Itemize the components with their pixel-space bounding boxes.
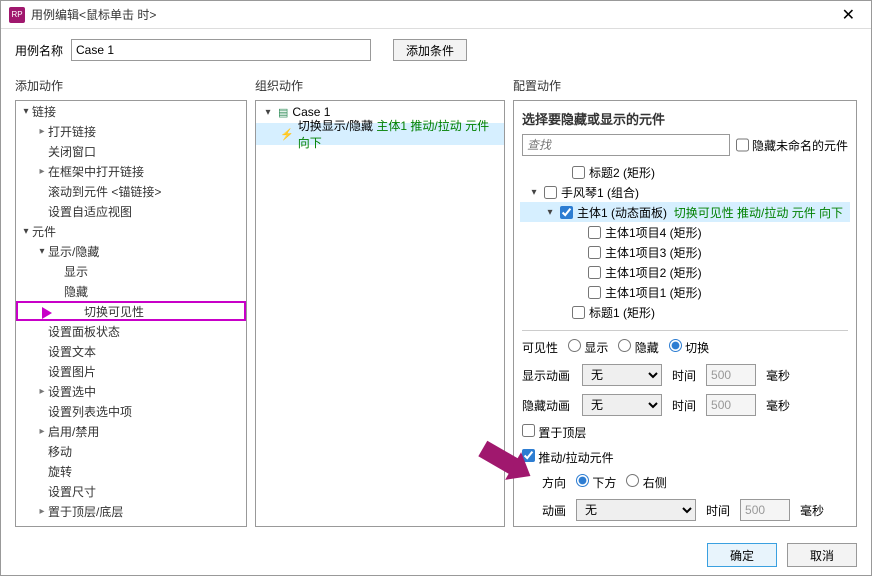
direction-label: 方向 [542, 474, 566, 491]
tree-scroll-anchor[interactable]: 滚动到元件 <锚链接> [16, 181, 246, 201]
ms-1: 毫秒 [766, 367, 790, 384]
case-icon: ▤ [278, 106, 288, 119]
tree-set-selected[interactable]: ▸设置选中 [16, 381, 246, 401]
tree-show[interactable]: 显示 [16, 261, 246, 281]
visibility-label: 可见性 [522, 339, 558, 356]
config-action-header: 配置动作 [513, 75, 857, 100]
tree-hide[interactable]: 隐藏 [16, 281, 246, 301]
time-label-2: 时间 [672, 397, 696, 414]
wt-body-dp[interactable]: ▾主体1 (动态面板) 切换可见性 推动/拉动 元件 向下 [520, 202, 850, 222]
close-icon[interactable]: ✕ [834, 5, 863, 25]
select-widgets-header: 选择要隐藏或显示的元件 [514, 101, 856, 134]
wt-item4[interactable]: 主体1项目4 (矩形) [520, 222, 850, 242]
dir-right-radio[interactable]: 右侧 [626, 474, 666, 491]
vis-toggle-radio[interactable]: 切换 [669, 339, 709, 356]
time-label-1: 时间 [672, 367, 696, 384]
wt-title2[interactable]: 标题2 (矩形) [520, 162, 850, 182]
tree-bring-front[interactable]: ▸置于顶层/底层 [16, 501, 246, 521]
case-panel[interactable]: ▾ ▤ Case 1 ⚡ 切换显示/隐藏 主体1 推动/拉动 元件 向下 [255, 100, 505, 527]
bring-top-checkbox[interactable]: 置于顶层 [522, 424, 586, 441]
ok-button[interactable]: 确定 [707, 543, 777, 567]
case-action-row[interactable]: ⚡ 切换显示/隐藏 主体1 推动/拉动 元件 向下 [256, 123, 504, 145]
org-action-header: 组织动作 [255, 75, 505, 100]
cancel-button[interactable]: 取消 [787, 543, 857, 567]
ms-2: 毫秒 [766, 397, 790, 414]
anim-label: 动画 [542, 502, 566, 519]
wt-title1[interactable]: 标题1 (矩形) [520, 302, 850, 322]
tree-rotate[interactable]: 旋转 [16, 461, 246, 481]
show-anim-label: 显示动画 [522, 367, 572, 384]
search-input[interactable] [522, 134, 730, 156]
tree-set-image[interactable]: 设置图片 [16, 361, 246, 381]
ms-3: 毫秒 [800, 502, 824, 519]
actions-tree[interactable]: ▾链接 ▸打开链接 关闭窗口 ▸在框架中打开链接 滚动到元件 <锚链接> 设置自… [15, 100, 247, 527]
wt-accordion[interactable]: ▾手风琴1 (组合) [520, 182, 850, 202]
visibility-row: 可见性 显示 隐藏 切换 [514, 335, 856, 360]
tree-set-list-selected[interactable]: 设置列表选中项 [16, 401, 246, 421]
case-name-label: 用例名称 [15, 42, 63, 59]
tree-set-size[interactable]: 设置尺寸 [16, 481, 246, 501]
widget-tree[interactable]: 标题2 (矩形) ▾手风琴1 (组合) ▾主体1 (动态面板) 切换可见性 推动… [514, 162, 856, 326]
tree-enable-disable[interactable]: ▸启用/禁用 [16, 421, 246, 441]
tree-move[interactable]: 移动 [16, 441, 246, 461]
bolt-icon: ⚡ [280, 128, 294, 141]
tree-panel-state[interactable]: 设置面板状态 [16, 321, 246, 341]
dir-down-radio[interactable]: 下方 [576, 474, 616, 491]
add-condition-button[interactable]: 添加条件 [393, 39, 467, 61]
tree-open-in-frame[interactable]: ▸在框架中打开链接 [16, 161, 246, 181]
tree-adaptive-view[interactable]: 设置自适应视图 [16, 201, 246, 221]
window-title: 用例编辑<鼠标单击 时> [31, 6, 834, 23]
case-action-text: 切换显示/隐藏 主体1 推动/拉动 元件 向下 [298, 117, 504, 151]
hide-unnamed-checkbox[interactable]: 隐藏未命名的元件 [736, 134, 848, 156]
tree-toggle-visibility[interactable]: 切换可见性 [16, 301, 246, 321]
vis-show-radio[interactable]: 显示 [568, 339, 608, 356]
anim-select[interactable]: 无 [576, 499, 696, 521]
selection-arrow-icon [42, 307, 52, 319]
tree-show-hide[interactable]: ▾显示/隐藏 [16, 241, 246, 261]
hide-anim-label: 隐藏动画 [522, 397, 572, 414]
wt-item3[interactable]: 主体1项目3 (矩形) [520, 242, 850, 262]
vis-hide-radio[interactable]: 隐藏 [618, 339, 658, 356]
time-label-3: 时间 [706, 502, 730, 519]
tree-link[interactable]: ▾链接 [16, 101, 246, 121]
show-anim-select[interactable]: 无 [582, 364, 662, 386]
tree-widget[interactable]: ▾元件 [16, 221, 246, 241]
show-time-input [706, 364, 756, 386]
wt-item1[interactable]: 主体1项目1 (矩形) [520, 282, 850, 302]
add-action-header: 添加动作 [15, 75, 247, 100]
hide-time-input [706, 394, 756, 416]
wt-item2[interactable]: 主体1项目2 (矩形) [520, 262, 850, 282]
tree-set-text[interactable]: 设置文本 [16, 341, 246, 361]
app-logo: RP [9, 7, 25, 23]
config-panel: 选择要隐藏或显示的元件 隐藏未命名的元件 标题2 (矩形) ▾手风琴1 (组合)… [513, 100, 857, 527]
tree-close-window[interactable]: 关闭窗口 [16, 141, 246, 161]
case-name-input[interactable] [71, 39, 371, 61]
anim-time-input [740, 499, 790, 521]
tree-open-link[interactable]: ▸打开链接 [16, 121, 246, 141]
hide-anim-select[interactable]: 无 [582, 394, 662, 416]
